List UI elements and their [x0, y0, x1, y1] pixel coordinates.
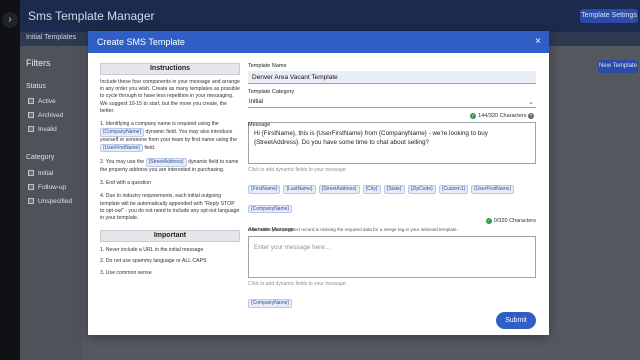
filters-heading: Filters — [26, 58, 51, 68]
checkbox[interactable] — [28, 126, 34, 132]
template-name-label: Template Name — [248, 63, 287, 69]
dynamic-field-tag[interactable]: {ZipCode} — [407, 185, 436, 194]
message-label: Message — [248, 122, 271, 128]
submit-button[interactable]: Submit — [496, 312, 536, 329]
filter-status-archived[interactable]: Archived — [28, 112, 63, 119]
status-label: Status — [26, 83, 46, 90]
dynamic-field-tag[interactable]: {CompanyName} — [248, 204, 293, 213]
alternate-label-row: Alternate Message ✓ 0/320 Characters — [248, 218, 536, 233]
rail-toggle-button[interactable]: › — [2, 12, 18, 28]
side-rail: › — [0, 0, 20, 360]
checkbox[interactable] — [28, 198, 34, 204]
important-item: 1. Never include a URL in the initial me… — [100, 247, 204, 254]
checkbox[interactable] — [28, 170, 34, 176]
template-form: Template Name Denver Area Vacant Templat… — [248, 63, 536, 311]
message-label-row: Message ✓ 144/320 Characters ? — [248, 113, 536, 128]
category-label: Category — [26, 154, 55, 161]
important-item: 2. Do not use spammy language or ALL CAP… — [100, 258, 207, 265]
instructions-pane: Instructions Include these four componen… — [100, 63, 240, 277]
check-icon: ✓ — [485, 218, 492, 224]
instructions-title: Instructions — [100, 63, 240, 75]
dynamic-field-tag[interactable]: {LastName} — [283, 185, 316, 194]
message-textarea[interactable]: Hi {FirstName}, this is {UserFirstName} … — [248, 122, 536, 164]
instruction-step-4: 4. Due to industry requirements, each in… — [100, 193, 240, 221]
important-item: 3. Use common sense — [100, 269, 152, 276]
dynamic-field-tag[interactable]: {State} — [383, 185, 405, 194]
filter-status-invalid[interactable]: Invalid — [28, 126, 57, 133]
modal-title: Create SMS Template — [97, 37, 185, 47]
dynamic-field-tags: {FirstName} {LastName} {StreetAddress} {Cit… — [248, 177, 536, 216]
filter-status-active[interactable]: Active — [28, 98, 56, 105]
alternate-char-count: ✓ 0/320 Characters — [485, 218, 536, 224]
dynamic-field-tag[interactable]: {StreetAddress} — [318, 185, 360, 194]
filter-category-follow-up[interactable]: Follow-up — [28, 184, 66, 191]
important-title: Important — [100, 230, 240, 243]
instruction-step-1: 1. Identifying a company name is require… — [100, 121, 237, 153]
instruction-step-3: 3. End with a question — [100, 180, 152, 187]
info-icon: ? — [528, 113, 534, 119]
message-char-count: ✓ 144/320 Characters ? — [470, 113, 534, 119]
dynamic-field-tag[interactable]: {Custom1} — [438, 185, 469, 194]
street-address-tag: {StreetAddress} — [145, 158, 187, 167]
template-name-input[interactable]: Denver Area Vacant Template — [248, 71, 536, 84]
filter-category-initial[interactable]: Initial — [28, 170, 53, 177]
dynamic-field-tag[interactable]: {UserFirstName} — [471, 185, 515, 194]
create-sms-template-modal: Create SMS Template × Instructions Inclu… — [88, 31, 549, 335]
checkbox[interactable] — [28, 184, 34, 190]
alternate-dynamic-fields-hint: Click to add dynamic fields to your mess… — [248, 281, 347, 287]
alternate-field-tags: {CompanyName} — [248, 291, 536, 311]
company-name-tag: {CompanyName} — [100, 128, 145, 137]
template-settings-button[interactable]: Template Settings — [580, 9, 638, 23]
checkbox[interactable] — [28, 98, 34, 104]
alternate-message-textarea[interactable]: Enter your message here... — [248, 236, 536, 278]
dynamic-field-tag[interactable]: {City} — [362, 185, 381, 194]
instructions-intro: Include these four components in your me… — [100, 79, 240, 114]
new-template-button[interactable]: New Template — [598, 60, 638, 73]
checkbox[interactable] — [28, 112, 34, 118]
modal-header: Create SMS Template × — [88, 31, 549, 53]
instruction-step-2: 2. You may use the {StreetAddress} dynam… — [100, 158, 239, 173]
alternate-message-label: Alternate Message — [248, 227, 294, 233]
dynamic-field-tag[interactable]: {CompanyName} — [248, 299, 293, 308]
user-first-name-tag: {UserFirstName} — [100, 143, 143, 153]
dynamic-fields-hint: Click to add dynamic fields to your mess… — [248, 167, 347, 173]
top-bar: Sms Template Manager Template Settings — [20, 0, 640, 32]
check-icon: ✓ — [470, 113, 477, 119]
tab-initial-templates[interactable]: Initial Templates — [26, 34, 76, 41]
template-category-label: Template Category — [248, 89, 295, 95]
filter-category-unspecified[interactable]: Unspecified — [28, 198, 72, 205]
template-category-select[interactable]: Initial ⌄ — [248, 97, 536, 108]
chevron-down-icon: ⌄ — [528, 99, 534, 106]
dynamic-field-tag[interactable]: {FirstName} — [248, 185, 281, 194]
app-title: Sms Template Manager — [28, 9, 155, 23]
filters-panel: Filters Status Active Archived Invalid C… — [20, 46, 82, 360]
close-icon[interactable]: × — [535, 31, 541, 53]
